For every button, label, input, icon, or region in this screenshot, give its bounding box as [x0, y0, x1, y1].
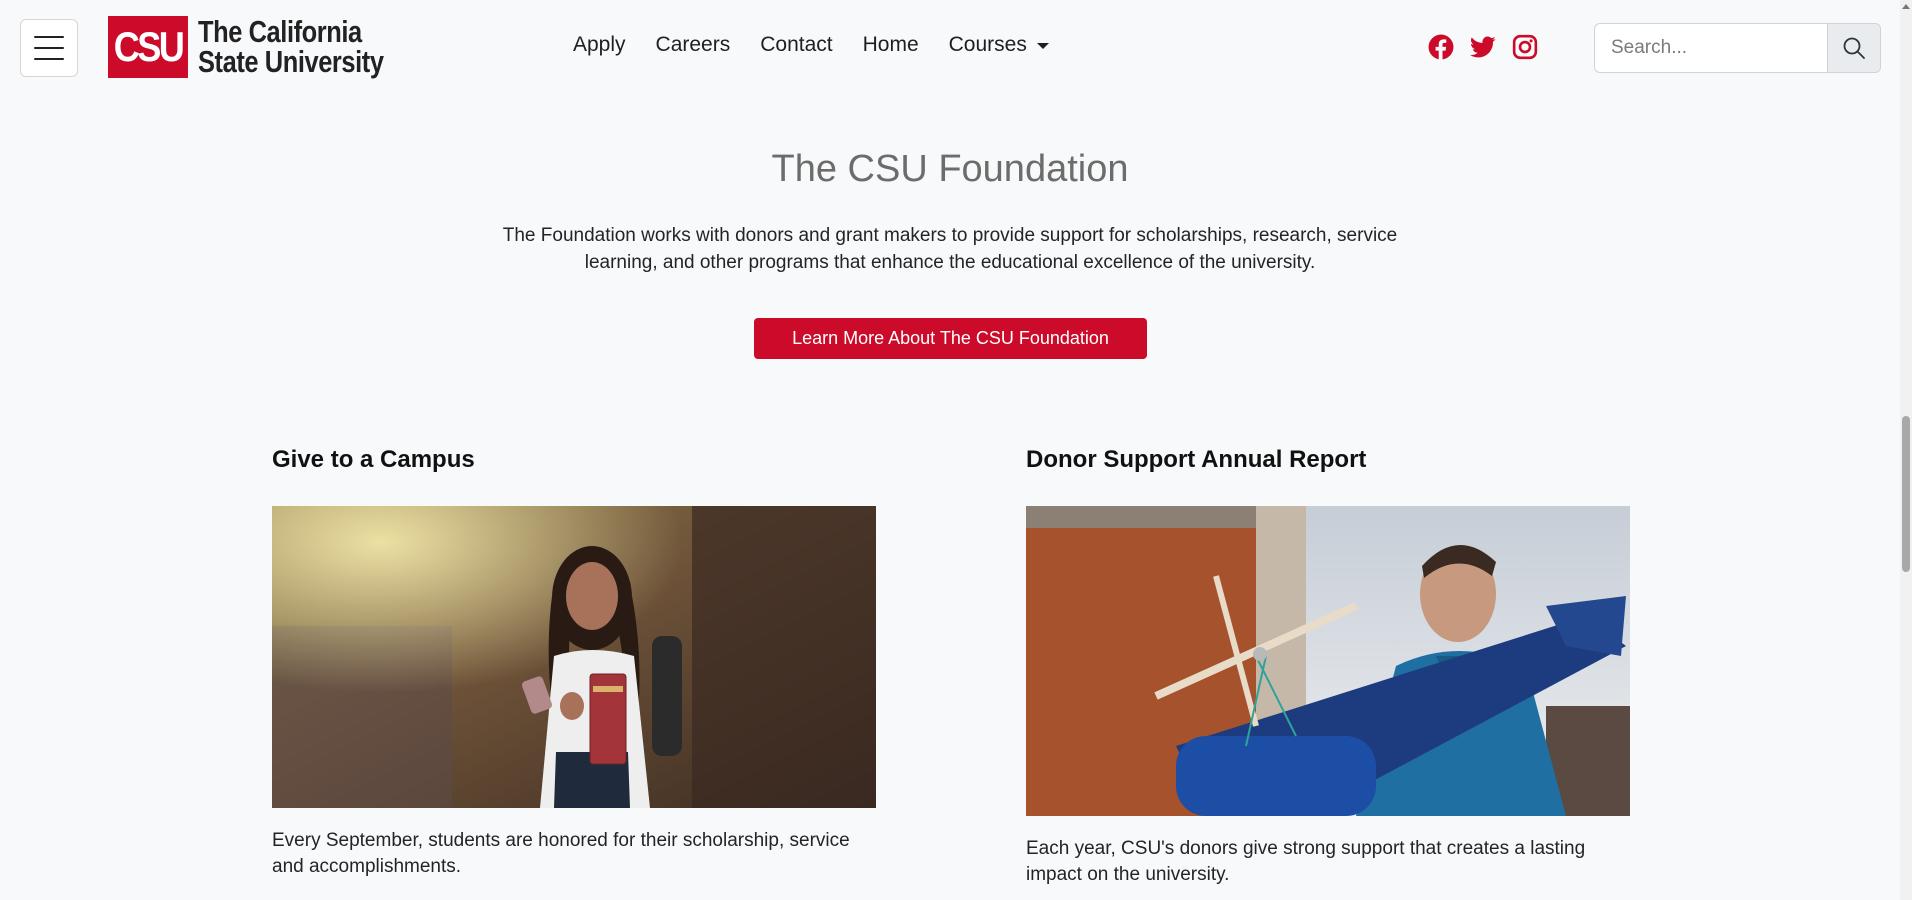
hamburger-line: [34, 36, 64, 38]
card-description: Every September, students are honored fo…: [272, 830, 850, 877]
donor-report-card: Donor Support Annual Report Each year, C…: [1026, 446, 1630, 885]
hamburger-line: [34, 58, 64, 60]
nav-link-contact[interactable]: Contact: [760, 33, 832, 57]
facebook-icon[interactable]: [1428, 34, 1454, 60]
search-button[interactable]: [1827, 24, 1880, 72]
search-input[interactable]: [1595, 24, 1827, 72]
menu-toggle-button[interactable]: [20, 19, 78, 77]
top-navbar: CSU The California State University Appl…: [0, 0, 1900, 96]
logo-line-1: The California: [198, 14, 362, 49]
card-title[interactable]: Donor Support Annual Report: [1026, 446, 1630, 474]
card-title[interactable]: Give to a Campus: [272, 446, 878, 474]
logo-line-2: State University: [198, 44, 384, 79]
student-with-model-aircraft-photo[interactable]: [1026, 506, 1630, 816]
learn-more-foundation-button[interactable]: Learn More About The CSU Foundation: [754, 318, 1147, 359]
student-holding-books-photo[interactable]: [272, 506, 876, 808]
nav-dropdown-courses[interactable]: Courses: [949, 33, 1049, 57]
main-nav: Apply Careers Contact Home Courses: [573, 33, 1079, 57]
caret-down-icon: [1036, 43, 1049, 49]
hamburger-line: [34, 47, 64, 49]
nav-link-careers[interactable]: Careers: [656, 33, 731, 57]
csu-logo[interactable]: CSU The California State University: [108, 16, 424, 78]
logo-mark: CSU: [108, 16, 188, 78]
nav-link-apply[interactable]: Apply: [573, 33, 626, 57]
instagram-icon[interactable]: [1512, 34, 1538, 60]
search-form: [1594, 23, 1881, 73]
social-links: [1428, 34, 1538, 60]
give-to-campus-card: Give to a Campus Every September, studen…: [272, 446, 878, 877]
scrollbar-thumb[interactable]: [1902, 416, 1910, 572]
page-scrollbar[interactable]: [1900, 0, 1912, 900]
scroll-up-arrow-icon[interactable]: [1902, 4, 1910, 9]
twitter-icon[interactable]: [1470, 34, 1496, 60]
search-icon: [1843, 37, 1865, 59]
logo-wordmark: The California State University: [198, 14, 384, 79]
nav-link-home[interactable]: Home: [863, 33, 919, 57]
page-title: The CSU Foundation: [771, 148, 1129, 190]
nav-link-courses-label: Courses: [948, 33, 1027, 56]
card-description: Each year, CSU's donors give strong supp…: [1026, 838, 1586, 885]
foundation-description: The Foundation works with donors and gra…: [502, 225, 1398, 273]
